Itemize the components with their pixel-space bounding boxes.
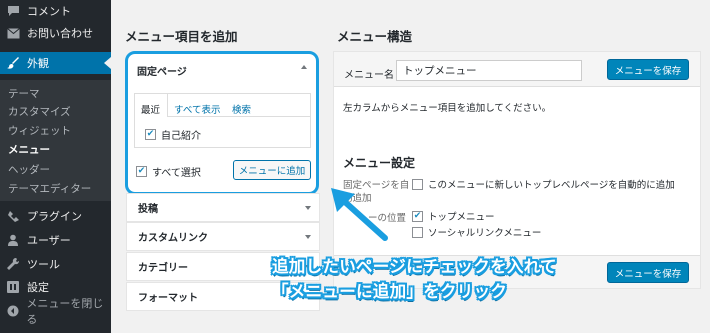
submenu-customize[interactable]: カスタマイズ [8, 104, 71, 119]
settings-icon [5, 279, 21, 295]
expand-arrow-icon [305, 235, 311, 239]
section-custom-links[interactable]: カスタムリンク [126, 222, 320, 251]
location-top-menu[interactable]: ✔ トップメニュー [412, 209, 495, 223]
select-all-label: すべて選択 [152, 168, 201, 179]
submenu-menus[interactable]: メニュー [8, 142, 50, 157]
fixed-page-title: 固定ページ [137, 67, 187, 78]
add-to-menu-button[interactable]: メニューに追加 [233, 160, 311, 180]
location-top-checkbox[interactable]: ✔ [412, 210, 423, 222]
menu-settings-title: メニュー設定 [343, 156, 416, 170]
sidebar-item-plugins[interactable]: プラグイン [0, 205, 111, 227]
appearance-submenu: テーマ カスタマイズ ウィジェット メニュー ヘッダー テーマエディター [0, 80, 111, 201]
expand-arrow-icon [305, 206, 311, 210]
tab-search[interactable]: 検索 [232, 102, 251, 116]
auto-add-checkbox[interactable] [412, 178, 423, 190]
section-posts[interactable]: 投稿 [126, 193, 320, 222]
sidebar-item-label: メニューを閉じる [26, 297, 104, 326]
callout-arrow-icon [331, 188, 388, 241]
sidebar-item-label: プラグイン [27, 210, 82, 223]
sidebar-item-label: 外観 [27, 57, 49, 70]
menu-name-input[interactable] [396, 60, 582, 81]
sidebar-item-contact[interactable]: お問い合わせ [0, 22, 111, 44]
page-item-label: 自己紹介 [161, 131, 201, 142]
sidebar-item-label: ユーザー [27, 234, 71, 247]
sidebar-item-comments[interactable]: コメント [0, 0, 111, 22]
menu-instructions: 左カラムからメニュー項目を追加してください。 [343, 103, 552, 114]
brush-icon [5, 55, 21, 71]
sidebar-item-label: 設定 [27, 281, 49, 294]
auto-add-option-label: このメニューに新しいトップレベルページを自動的に追加 [428, 180, 675, 191]
page-item-about[interactable]: ✔ 自己紹介 [145, 127, 201, 142]
user-icon [5, 232, 21, 248]
save-menu-button-top[interactable]: メニューを保存 [607, 59, 689, 80]
annotation-line-2: 「メニューに追加」をクリック [272, 282, 508, 301]
section-label: カスタムリンク [138, 233, 208, 244]
select-all-checkbox[interactable]: ✔ [136, 166, 147, 177]
sidebar-item-label: コメント [27, 5, 71, 18]
page-checkbox[interactable]: ✔ [145, 129, 156, 140]
plugin-icon [5, 208, 21, 224]
submenu-themes[interactable]: テーマ [8, 86, 40, 101]
collapse-menu-button[interactable]: メニューを閉じる [0, 297, 111, 326]
add-items-heading: メニュー項目を追加 [125, 29, 238, 44]
save-menu-button-bottom[interactable]: メニューを保存 [607, 262, 689, 283]
menu-structure-heading: メニュー構造 [337, 29, 413, 44]
annotation-line-1: 追加したいページにチェックを入れて [272, 257, 557, 276]
section-label: カテゴリー [138, 263, 188, 274]
submenu-theme-editor[interactable]: テーマエディター [8, 181, 91, 196]
section-label: 投稿 [138, 204, 158, 215]
auto-add-option[interactable]: このメニューに新しいトップレベルページを自動的に追加 [412, 177, 675, 191]
tab-view-all[interactable]: すべて表示 [174, 102, 220, 116]
collapse-arrow-icon [301, 65, 307, 69]
section-label: フォーマット [138, 293, 198, 304]
wrench-icon [5, 256, 21, 272]
mail-icon [5, 25, 21, 41]
admin-sidebar: コメント お問い合わせ 外観 テーマ カスタマイズ ウィジェット メニュー ヘッ… [0, 0, 111, 333]
comment-icon [5, 3, 21, 19]
tab-recent[interactable]: 最近 [141, 102, 160, 116]
sidebar-item-tools[interactable]: ツール [0, 253, 111, 275]
location-social-menu[interactable]: ソーシャルリンクメニュー [412, 225, 541, 239]
sidebar-item-appearance[interactable]: 外観 [0, 52, 111, 74]
sidebar-item-users[interactable]: ユーザー [0, 229, 111, 251]
fixed-page-tabs-panel: 最近 すべて表示 検索 ✔ 自己紹介 [134, 93, 311, 148]
tab-divider [168, 116, 311, 117]
location-top-label: トップメニュー [428, 212, 495, 223]
sidebar-item-label: ツール [27, 258, 60, 271]
sidebar-item-label: お問い合わせ [27, 27, 93, 40]
location-social-label: ソーシャルリンクメニュー [428, 228, 542, 239]
location-social-checkbox[interactable] [412, 226, 423, 238]
select-all-row[interactable]: ✔ すべて選択 [136, 164, 201, 179]
submenu-header[interactable]: ヘッダー [8, 162, 50, 177]
fixed-page-header[interactable]: 固定ページ [137, 63, 307, 78]
collapse-icon [5, 303, 20, 319]
menu-name-label: メニュー名 [344, 70, 394, 81]
submenu-widgets[interactable]: ウィジェット [8, 123, 71, 138]
menu-name-bar: メニュー名 メニューを保存 [334, 52, 700, 87]
